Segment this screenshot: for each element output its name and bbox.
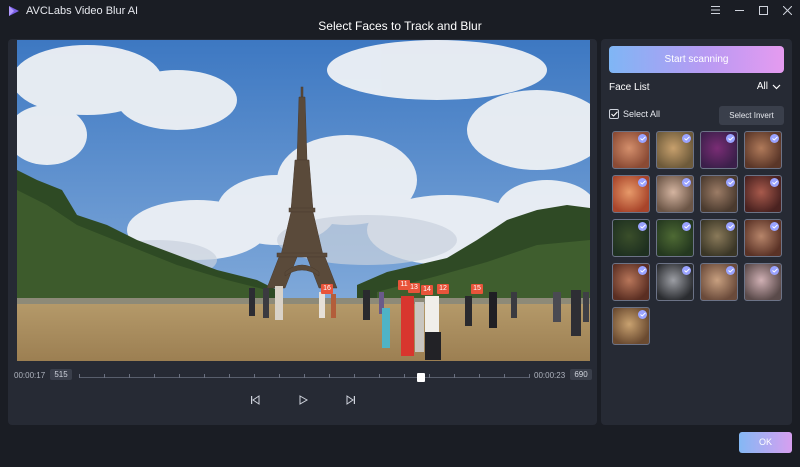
face-filter-dropdown[interactable]: All bbox=[757, 81, 781, 92]
face-tag[interactable]: 16 bbox=[321, 284, 333, 294]
face-thumbnail[interactable] bbox=[612, 131, 650, 169]
check-icon bbox=[726, 222, 735, 231]
check-icon bbox=[682, 222, 691, 231]
check-icon bbox=[638, 178, 647, 187]
window-controls bbox=[710, 3, 792, 17]
timeline-tick bbox=[229, 374, 230, 378]
timeline-tick bbox=[129, 374, 130, 378]
playhead-handle[interactable] bbox=[417, 373, 425, 382]
check-icon bbox=[682, 266, 691, 275]
app-title: AVCLabs Video Blur AI bbox=[26, 5, 139, 17]
timeline-tick bbox=[104, 374, 105, 378]
check-icon bbox=[770, 134, 779, 143]
menu-icon[interactable] bbox=[710, 3, 720, 17]
check-icon bbox=[726, 178, 735, 187]
check-icon bbox=[682, 178, 691, 187]
app-logo-icon bbox=[9, 6, 19, 16]
face-thumbnail[interactable] bbox=[656, 175, 694, 213]
end-frame-input[interactable]: 690 bbox=[570, 369, 592, 380]
face-thumbnail[interactable] bbox=[612, 219, 650, 257]
face-thumbnail[interactable] bbox=[656, 219, 694, 257]
timeline-tick bbox=[379, 374, 380, 378]
timeline-tick bbox=[279, 374, 280, 378]
face-thumbnail[interactable] bbox=[744, 263, 782, 301]
timeline-tick bbox=[179, 374, 180, 378]
timeline-track[interactable] bbox=[79, 373, 530, 382]
ok-button[interactable]: OK bbox=[739, 432, 792, 453]
face-thumbnail[interactable] bbox=[744, 175, 782, 213]
face-thumbnail[interactable] bbox=[612, 307, 650, 345]
timeline-tick bbox=[479, 374, 480, 378]
check-icon bbox=[638, 266, 647, 275]
close-icon[interactable] bbox=[782, 3, 792, 17]
face-tag[interactable]: 12 bbox=[437, 284, 449, 294]
face-thumbnail[interactable] bbox=[744, 219, 782, 257]
timeline-tick bbox=[429, 374, 430, 378]
timeline-tick bbox=[329, 374, 330, 378]
select-invert-button[interactable]: Select Invert bbox=[719, 106, 784, 125]
play-icon[interactable] bbox=[296, 393, 310, 407]
video-frame-image bbox=[17, 40, 590, 361]
timeline-tick bbox=[204, 374, 205, 378]
start-frame-input[interactable]: 515 bbox=[50, 369, 72, 380]
previous-frame-icon[interactable] bbox=[248, 393, 262, 407]
check-icon bbox=[638, 222, 647, 231]
check-icon bbox=[726, 134, 735, 143]
check-icon bbox=[682, 134, 691, 143]
face-thumbnail[interactable] bbox=[700, 219, 738, 257]
face-thumbnail[interactable] bbox=[700, 131, 738, 169]
face-thumbnail[interactable] bbox=[700, 175, 738, 213]
face-list-panel: Start scanning Face List All Select All … bbox=[601, 39, 792, 425]
select-all-label: Select All bbox=[623, 109, 661, 119]
playback-controls bbox=[248, 393, 358, 407]
timeline-tick bbox=[454, 374, 455, 378]
face-thumbnail[interactable] bbox=[656, 131, 694, 169]
face-tag[interactable]: 14 bbox=[421, 285, 433, 295]
start-time: 00:00:17 bbox=[14, 371, 46, 380]
maximize-icon[interactable] bbox=[758, 3, 768, 17]
timeline-tick bbox=[154, 374, 155, 378]
face-filter-value: All bbox=[756, 81, 768, 92]
face-thumbnail[interactable] bbox=[744, 131, 782, 169]
face-list-label: Face List bbox=[609, 82, 650, 93]
face-tag[interactable]: 15 bbox=[471, 284, 483, 294]
checkbox-icon bbox=[609, 109, 619, 119]
face-thumbnail[interactable] bbox=[612, 175, 650, 213]
timeline-tick bbox=[254, 374, 255, 378]
timeline-tick bbox=[504, 374, 505, 378]
timeline-tick bbox=[304, 374, 305, 378]
dialog-title: Select Faces to Track and Blur bbox=[318, 19, 482, 33]
check-icon bbox=[726, 266, 735, 275]
timeline: 00:00:17 515 00:00:23 690 bbox=[8, 369, 597, 383]
check-icon bbox=[638, 310, 647, 319]
check-icon bbox=[638, 134, 647, 143]
face-thumbnail[interactable] bbox=[700, 263, 738, 301]
preview-panel: 16 11 13 14 12 15 00:00:17 515 00:00:23 … bbox=[8, 39, 597, 425]
face-thumbnail[interactable] bbox=[612, 263, 650, 301]
face-thumbnail[interactable] bbox=[656, 263, 694, 301]
timeline-tick bbox=[529, 374, 530, 378]
timeline-tick bbox=[79, 374, 80, 378]
start-scanning-button[interactable]: Start scanning bbox=[609, 46, 784, 73]
timeline-tick bbox=[404, 374, 405, 378]
timeline-tick bbox=[354, 374, 355, 378]
check-icon bbox=[770, 178, 779, 187]
check-icon bbox=[770, 266, 779, 275]
minimize-icon[interactable] bbox=[734, 3, 744, 17]
face-tag[interactable]: 13 bbox=[408, 283, 420, 293]
video-preview[interactable]: 16 11 13 14 12 15 bbox=[17, 40, 590, 361]
next-frame-icon[interactable] bbox=[344, 393, 358, 407]
check-icon bbox=[770, 222, 779, 231]
end-time: 00:00:23 bbox=[534, 371, 566, 380]
select-all-checkbox[interactable]: Select All bbox=[609, 109, 660, 119]
chevron-down-icon bbox=[772, 84, 781, 89]
